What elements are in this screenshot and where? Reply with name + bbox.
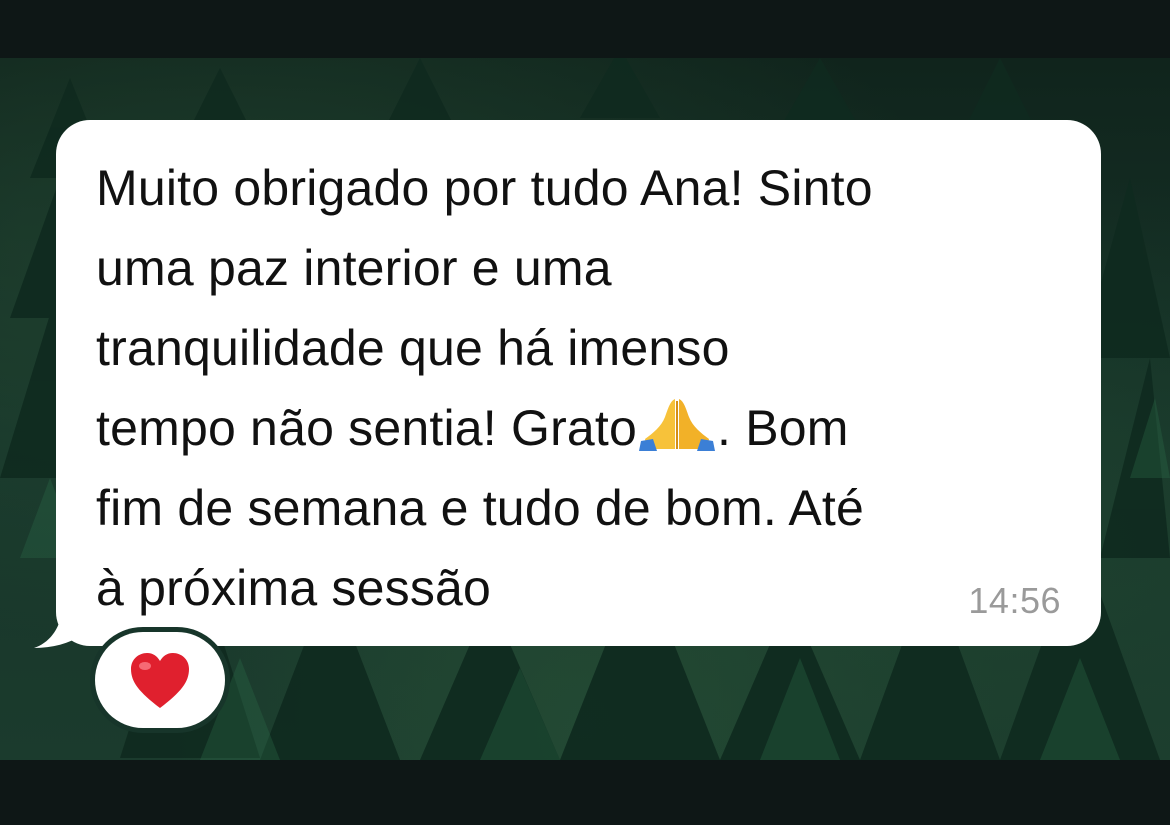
reaction-badge[interactable]: [95, 632, 225, 728]
folded-hands-icon: [639, 399, 716, 451]
message-line-text: . Bom: [717, 400, 849, 456]
message-line: tempo não sentia! Grato . Bom: [96, 388, 1086, 468]
bottom-bar: [0, 760, 1170, 825]
message-bubble[interactable]: Muito obrigado por tudo Ana! Sinto uma p…: [56, 120, 1101, 646]
message-line: à próxima sessão: [96, 560, 492, 616]
message-line-text: tempo não sentia! Grato: [96, 400, 638, 456]
message-line: fim de semana e tudo de bom. Até: [96, 480, 864, 536]
message-line: tranquilidade que há imenso: [96, 320, 730, 376]
message-line: uma paz interior e uma: [96, 240, 612, 296]
chat-wallpaper: Muito obrigado por tudo Ana! Sinto uma p…: [0, 58, 1170, 760]
message-line: Muito obrigado por tudo Ana! Sinto: [96, 160, 873, 216]
chat-screen: Muito obrigado por tudo Ana! Sinto uma p…: [0, 0, 1170, 825]
top-bar: [0, 0, 1170, 58]
message-text: Muito obrigado por tudo Ana! Sinto uma p…: [96, 148, 1086, 628]
red-heart-icon: [131, 653, 189, 708]
message-timestamp: 14:56: [968, 580, 1061, 621]
